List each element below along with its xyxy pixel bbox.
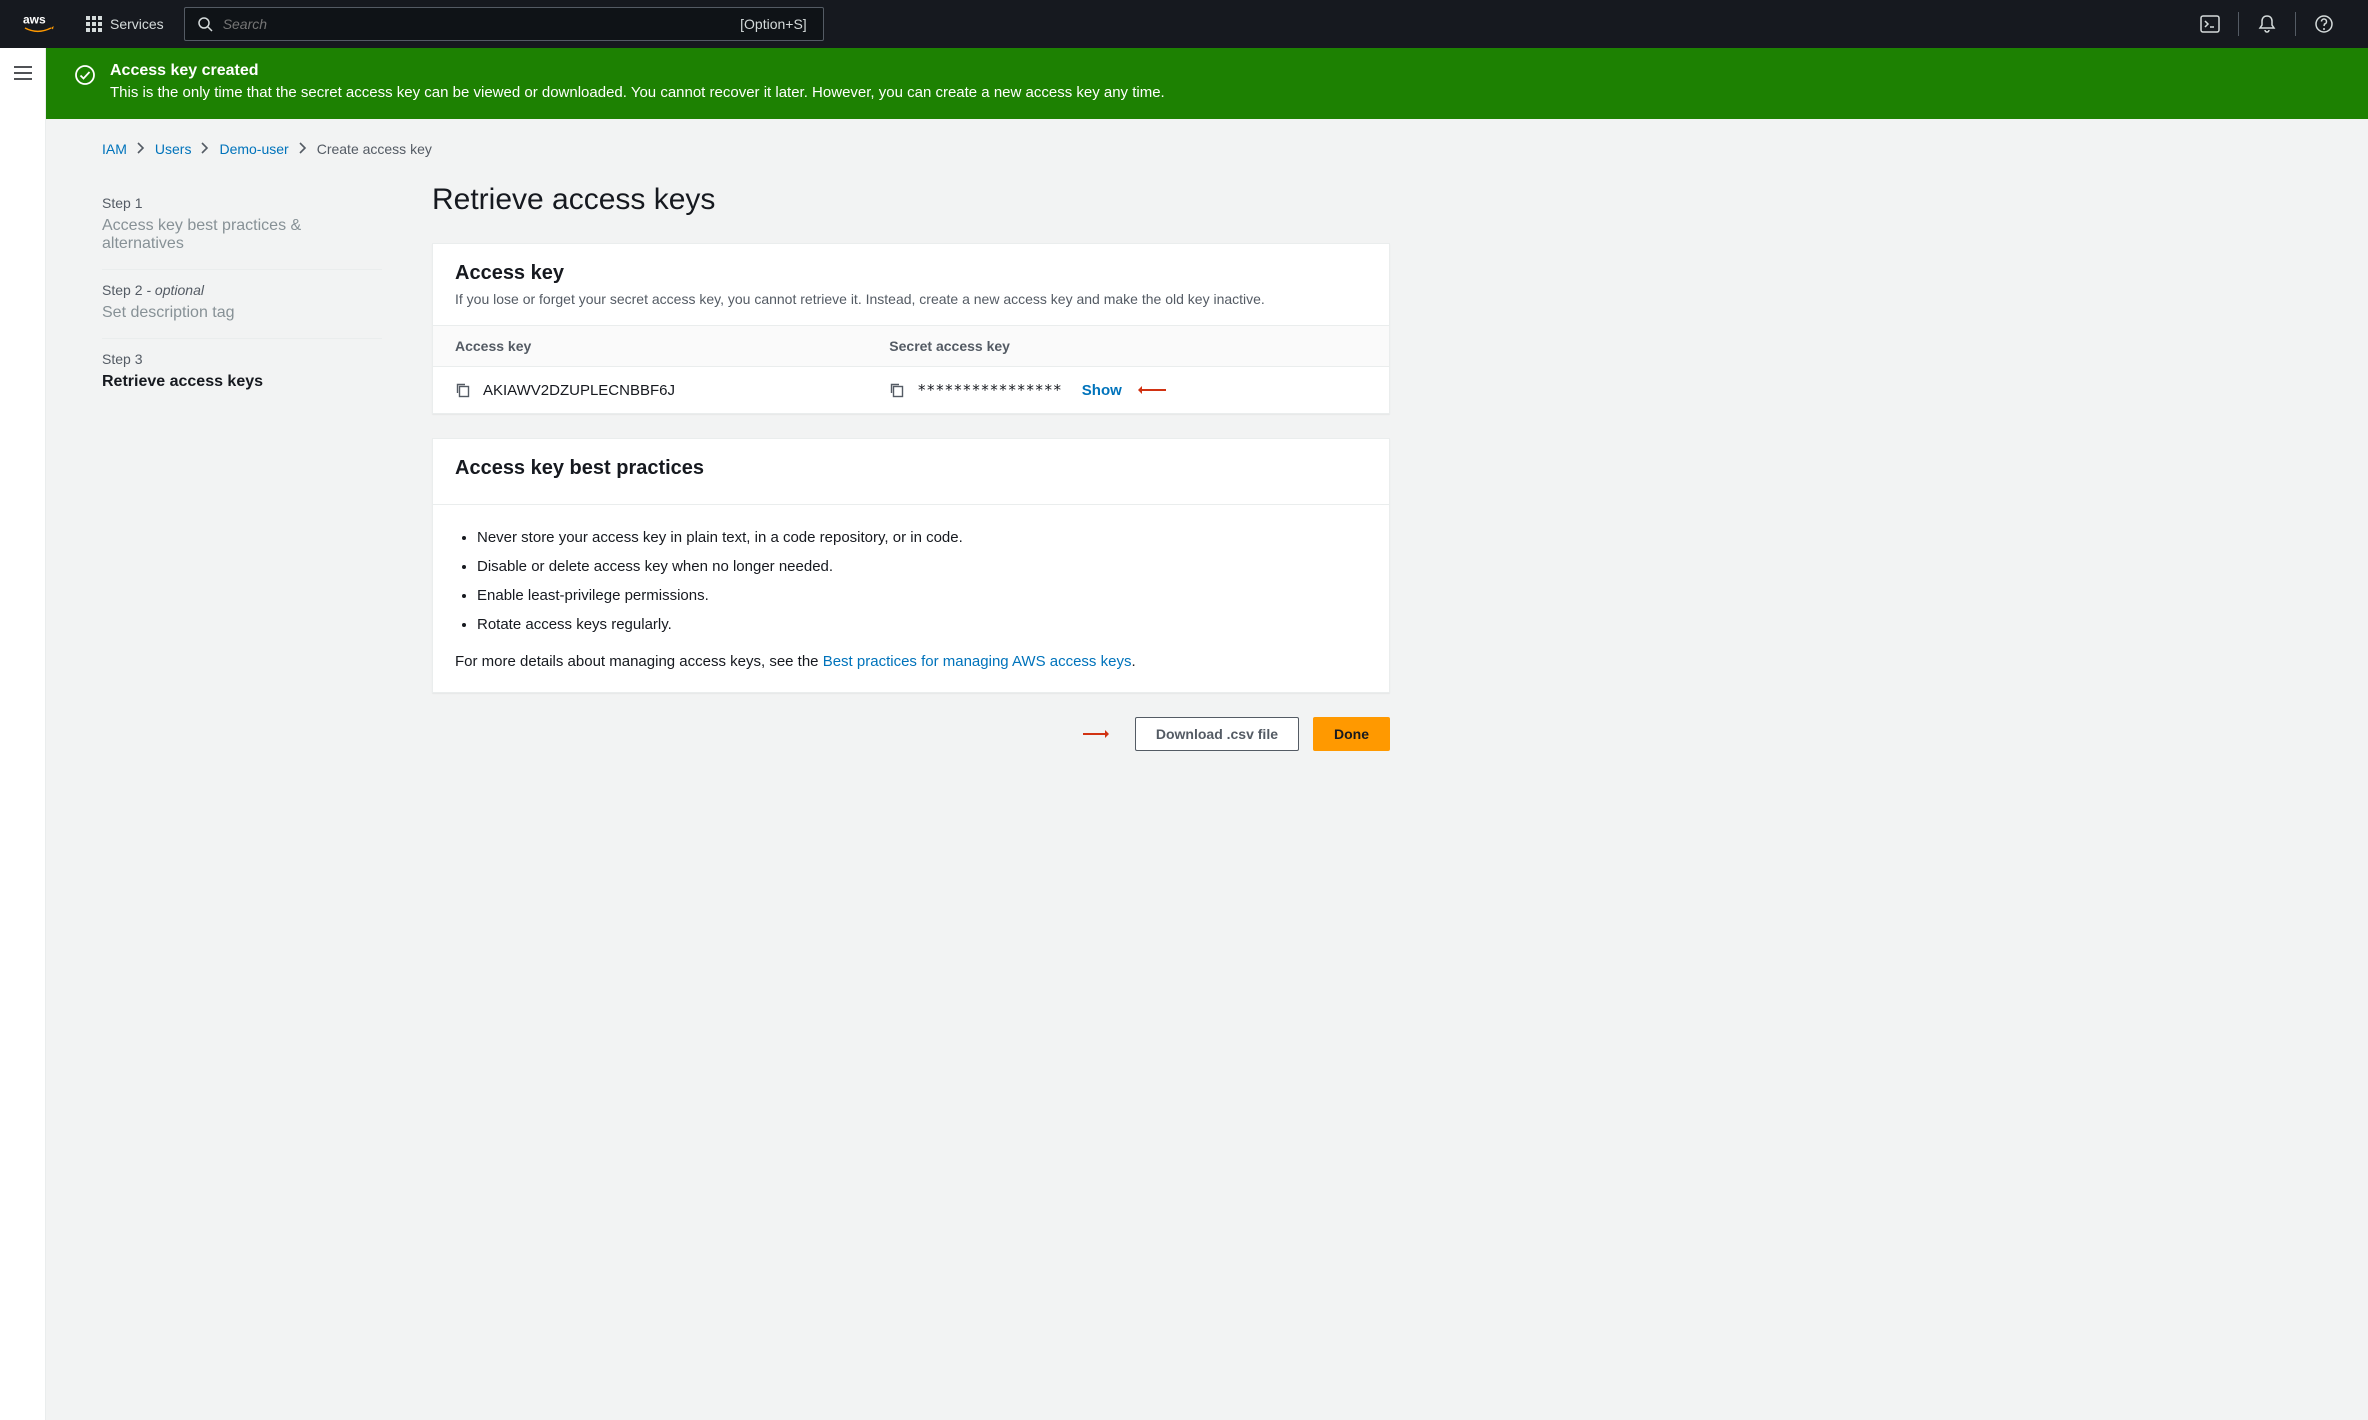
copy-icon[interactable] <box>889 382 905 398</box>
key-row: AKIAWV2DZUPLECNBBF6J **************** Sh… <box>433 367 1389 413</box>
list-item: Disable or delete access key when no lon… <box>477 552 1367 581</box>
wizard-steps: Step 1 Access key best practices & alter… <box>102 183 382 407</box>
breadcrumb-user[interactable]: Demo-user <box>219 141 288 157</box>
page-actions: Download .csv file Done <box>432 717 1390 751</box>
annotation-arrow-icon <box>1083 730 1113 738</box>
help-button[interactable] <box>2300 0 2348 48</box>
breadcrumb-current: Create access key <box>317 141 432 157</box>
services-label: Services <box>110 16 164 32</box>
chevron-right-icon <box>299 141 307 157</box>
services-menu-button[interactable]: Services <box>86 16 164 32</box>
success-banner: Access key created This is the only time… <box>46 48 2368 119</box>
list-item: Rotate access keys regularly. <box>477 610 1367 639</box>
best-practices-footer: For more details about managing access k… <box>455 653 1367 670</box>
panel-heading: Access key <box>455 262 1367 285</box>
search-input[interactable] <box>223 16 730 32</box>
best-practices-link[interactable]: Best practices for managing AWS access k… <box>823 653 1132 670</box>
svg-text:aws: aws <box>23 12 46 26</box>
top-nav: aws Services [Option+S] <box>0 0 2368 48</box>
help-icon <box>2314 14 2334 34</box>
search-shortcut-hint: [Option+S] <box>740 16 807 32</box>
access-key-value: AKIAWV2DZUPLECNBBF6J <box>483 382 675 399</box>
best-practices-panel: Access key best practices Never store yo… <box>432 438 1390 693</box>
chevron-right-icon <box>137 141 145 157</box>
breadcrumb-iam[interactable]: IAM <box>102 141 127 157</box>
list-item: Never store your access key in plain tex… <box>477 523 1367 552</box>
step-2: Step 2 - optional Set description tag <box>102 270 382 339</box>
cloudshell-icon <box>2200 14 2220 34</box>
side-drawer-toggle-col <box>0 48 46 1420</box>
hamburger-icon <box>14 66 32 80</box>
panel-subtext: If you lose or forget your secret access… <box>455 291 1367 307</box>
panel-heading: Access key best practices <box>455 457 1367 480</box>
download-csv-button[interactable]: Download .csv file <box>1135 717 1299 751</box>
access-key-panel: Access key If you lose or forget your se… <box>432 243 1390 414</box>
step-1: Step 1 Access key best practices & alter… <box>102 183 382 270</box>
breadcrumb: IAM Users Demo-user Create access key <box>102 141 1390 157</box>
success-check-icon <box>74 64 96 86</box>
best-practices-list: Never store your access key in plain tex… <box>477 523 1367 639</box>
step-label: Set description tag <box>102 304 382 322</box>
step-3: Step 3 Retrieve access keys <box>102 339 382 407</box>
show-secret-link[interactable]: Show <box>1082 382 1122 399</box>
step-num: Step 1 <box>102 195 382 211</box>
step-num: Step 2 - optional <box>102 282 382 298</box>
bell-icon <box>2257 14 2277 34</box>
cloudshell-button[interactable] <box>2186 0 2234 48</box>
annotation-arrow-icon <box>1140 389 1166 391</box>
step-label: Retrieve access keys <box>102 373 382 391</box>
chevron-right-icon <box>201 141 209 157</box>
hamburger-button[interactable] <box>14 66 32 1420</box>
done-button[interactable]: Done <box>1313 717 1390 751</box>
copy-icon[interactable] <box>455 382 471 398</box>
banner-description: This is the only time that the secret ac… <box>110 84 1165 101</box>
page-title: Retrieve access keys <box>432 183 1390 217</box>
secret-key-masked: **************** <box>917 381 1062 399</box>
step-label: Access key best practices & alternatives <box>102 217 382 253</box>
banner-title: Access key created <box>110 62 1165 80</box>
list-item: Enable least-privilege permissions. <box>477 581 1367 610</box>
global-search[interactable]: [Option+S] <box>184 7 824 41</box>
notifications-button[interactable] <box>2243 0 2291 48</box>
col-access-key: Access key <box>455 338 889 354</box>
services-grid-icon <box>86 16 102 32</box>
step-num: Step 3 <box>102 351 382 367</box>
aws-logo[interactable]: aws <box>20 12 66 36</box>
search-icon <box>197 16 213 32</box>
col-secret-key: Secret access key <box>889 338 1367 354</box>
breadcrumb-users[interactable]: Users <box>155 141 192 157</box>
